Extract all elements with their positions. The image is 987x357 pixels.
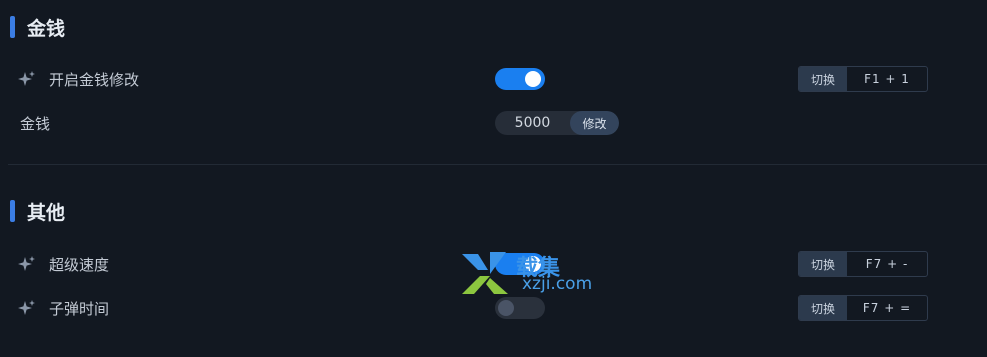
sparkle-icon xyxy=(18,300,35,315)
toggle-knob xyxy=(525,71,541,87)
hotkey-binding[interactable]: 切换 F7 + - xyxy=(798,251,928,277)
hotkey-text: F7 + - xyxy=(865,257,909,271)
bullet-time-toggle[interactable] xyxy=(495,297,545,319)
sparkle-icon xyxy=(18,256,35,271)
option-label: 超级速度 xyxy=(49,256,110,274)
toggle-knob xyxy=(498,300,514,316)
option-label: 开启金钱修改 xyxy=(49,71,140,89)
option-row-bullet-time: 子弹时间 切换 F7 + = xyxy=(0,293,987,323)
section-accent-bar xyxy=(10,200,15,222)
switch-label: 切换 xyxy=(799,296,847,320)
switch-label: 切换 xyxy=(799,252,847,276)
option-row-enable-money: 开启金钱修改 切换 F1 + 1 xyxy=(0,64,987,94)
section-accent-bar xyxy=(10,16,15,38)
section-header-other: 其他 xyxy=(10,199,66,224)
watermark-en-text: xzji.com xyxy=(522,274,593,294)
modify-button[interactable]: 修改 xyxy=(570,111,619,135)
section-title: 其他 xyxy=(27,201,66,224)
option-label: 金钱 xyxy=(20,115,51,133)
enable-money-toggle[interactable] xyxy=(495,68,545,90)
hotkey-binding[interactable]: 切换 F1 + 1 xyxy=(798,66,928,92)
section-header-money: 金钱 xyxy=(10,15,66,40)
option-label: 子弹时间 xyxy=(49,300,110,318)
hotkey-text: F1 + 1 xyxy=(864,72,910,86)
section-divider xyxy=(8,164,987,165)
money-amount-field: 5000 修改 xyxy=(495,111,619,135)
option-row-money-amount: 金钱 5000 修改 xyxy=(0,108,987,138)
watermark: 载集 xzji.com xyxy=(460,250,610,296)
sparkle-icon xyxy=(18,71,35,86)
switch-label: 切换 xyxy=(799,67,847,91)
hotkey-binding[interactable]: 切换 F7 + = xyxy=(798,295,928,321)
section-title: 金钱 xyxy=(27,17,66,40)
hotkey-text: F7 + = xyxy=(862,301,912,315)
money-value-input[interactable]: 5000 xyxy=(495,111,570,135)
watermark-logo-icon xyxy=(462,252,508,294)
